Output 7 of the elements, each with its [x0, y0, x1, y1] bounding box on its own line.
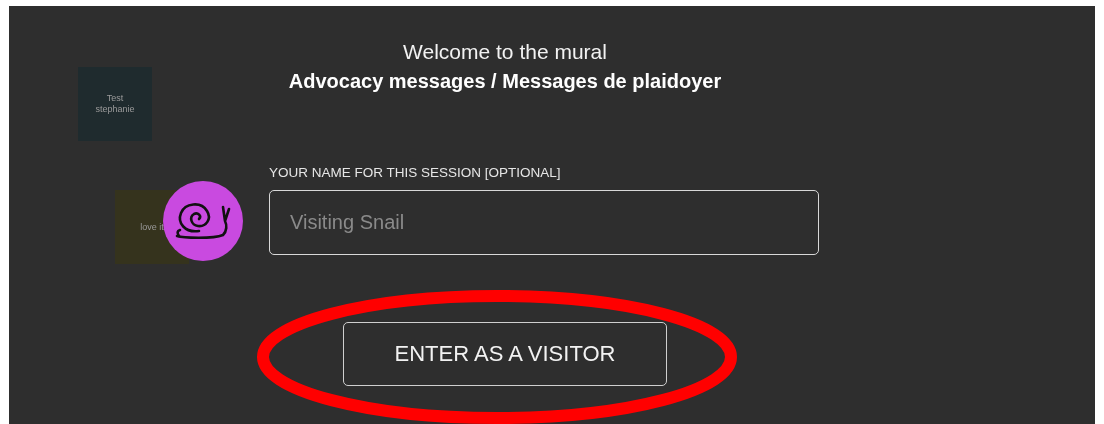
sticky-note[interactable]: Test stephanie — [78, 67, 152, 141]
name-input-field[interactable]: Visiting Snail — [269, 190, 819, 255]
mural-title: Advocacy messages / Messages de plaidoyer — [287, 70, 723, 93]
field-label: YOUR NAME FOR THIS SESSION [OPTIONAL] — [269, 165, 562, 180]
welcome-title: Welcome to the mural — [402, 40, 608, 64]
snail-icon — [163, 181, 243, 261]
enter-visitor-button[interactable]: ENTER AS A VISITOR — [343, 322, 667, 386]
